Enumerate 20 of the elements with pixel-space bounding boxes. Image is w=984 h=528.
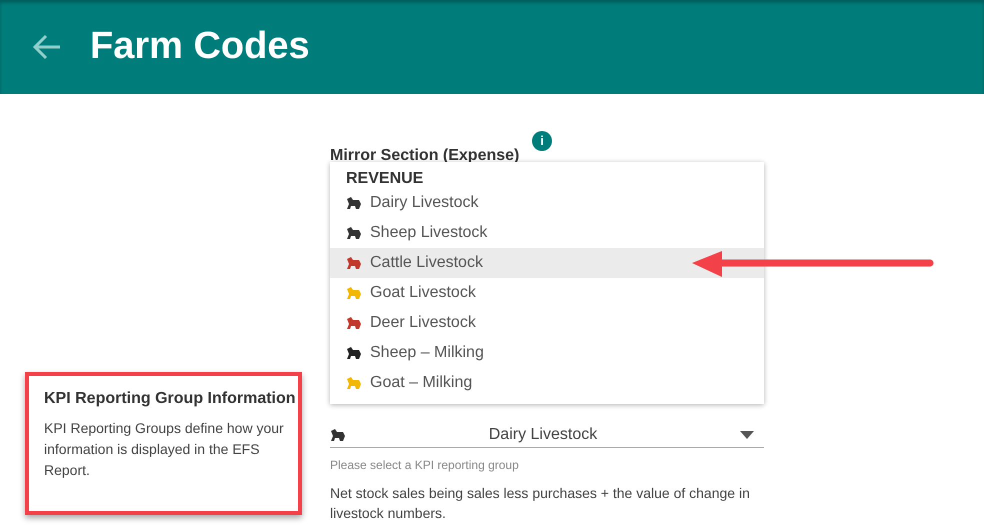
group-heading: REVENUE <box>345 170 424 188</box>
menu-item[interactable]: Sheep – Milking <box>330 338 764 368</box>
menu-item[interactable]: Sheep Livestock <box>330 218 764 248</box>
description-text: Net stock sales being sales less purchases + the value of change in livestock numbers. <box>330 484 751 523</box>
menu-item[interactable]: Goat – Milking <box>330 368 764 398</box>
helper-text: Please select a KPI reporting group <box>330 457 520 474</box>
page-title: Farm Codes <box>90 24 310 70</box>
dropdown-caret-icon <box>740 430 754 438</box>
menu-item[interactable]: Cattle Livestock <box>330 248 764 278</box>
info-text: KPI Reporting Groups define how your information is displayed in the EFS Report. <box>44 419 285 480</box>
field-label: Mirror Section (Expense) <box>330 146 520 166</box>
select-field[interactable]: Dairy Livestock <box>330 422 764 448</box>
info-icon[interactable]: i <box>532 131 552 151</box>
animal-icon <box>330 428 346 442</box>
menu-item[interactable]: Goat Livestock <box>330 278 764 308</box>
menu-item[interactable]: Deer Livestock <box>330 308 764 338</box>
info-title: KPI Reporting Group Information <box>44 389 297 409</box>
menu-item[interactable]: Dairy Livestock <box>330 188 764 218</box>
select-value: Dairy Livestock <box>488 424 598 444</box>
back-arrow-icon[interactable] <box>32 34 62 60</box>
